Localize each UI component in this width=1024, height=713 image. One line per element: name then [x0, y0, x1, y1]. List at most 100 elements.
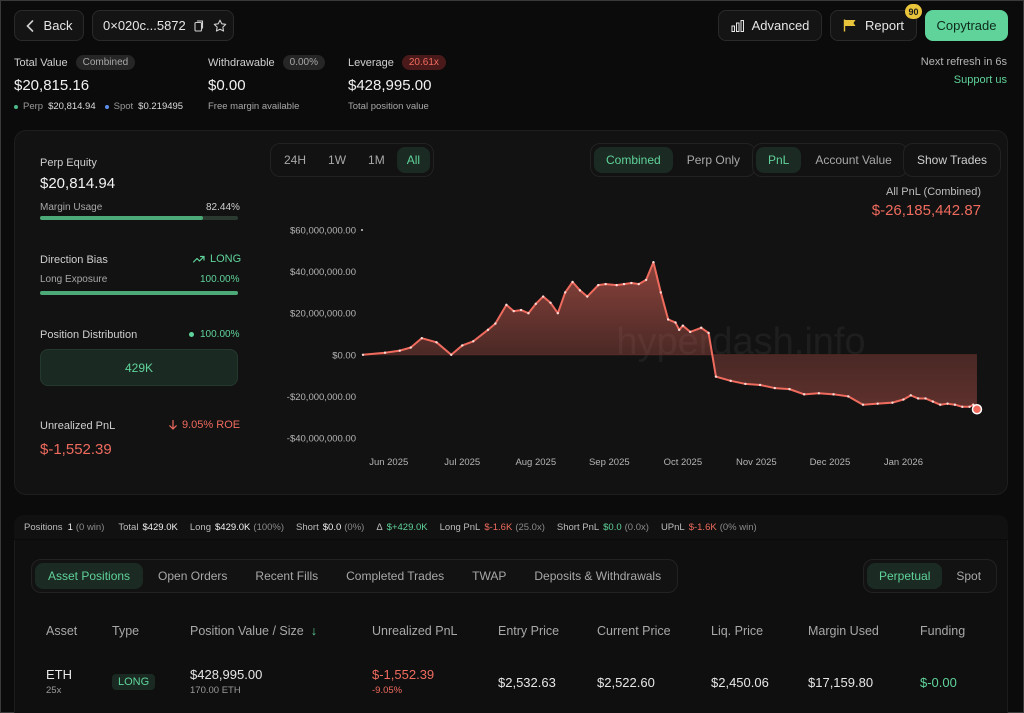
mode-tab-combined[interactable]: Combined — [594, 147, 673, 173]
long-pnl-value: $-1.6K — [484, 521, 513, 533]
long-exposure-label: Long Exposure — [40, 274, 108, 285]
unrealized-pnl-value: $-1,552.39 — [40, 441, 112, 458]
pnl-point — [586, 295, 589, 298]
funding: $-0.00 — [920, 675, 957, 690]
wallet-address: 0×020c...5872 — [103, 18, 186, 33]
pnl-point — [876, 402, 879, 405]
pnl-point — [931, 400, 935, 403]
copytrade-button[interactable]: Copytrade — [925, 10, 1008, 41]
spot-label: Spot — [113, 101, 134, 112]
tab-deposits-withdrawals[interactable]: Deposits & Withdrawals — [521, 563, 674, 589]
pnl-point — [946, 402, 949, 405]
pnl-chart[interactable]: $60,000,000.00 $40,000,000.00 $20,000,000.… — [271, 216, 1001, 476]
pnl-point — [604, 282, 607, 286]
report-button[interactable]: Report — [830, 10, 917, 41]
total-value: $20,815.16 — [14, 77, 90, 94]
column-header-position-value-size[interactable]: Position Value / Size ↓ — [190, 624, 317, 638]
range-tab-24h[interactable]: 24H — [274, 147, 316, 173]
metric-tab-pnl[interactable]: PnL — [756, 147, 802, 173]
address-chip[interactable]: 0×020c...5872 — [92, 10, 234, 41]
pnl-point — [674, 321, 677, 324]
copy-icon[interactable] — [194, 19, 204, 32]
mode-tab-perp-only[interactable]: Perp Only — [675, 147, 752, 173]
pnl-point — [961, 405, 964, 408]
metric-tab-account-value[interactable]: Account Value — [803, 147, 904, 173]
total-label: Total — [118, 521, 139, 533]
column-header-entry-price[interactable]: Entry Price — [498, 624, 559, 638]
position-value: $428,995.00 — [190, 667, 263, 682]
column-header-unrealized-pnl[interactable]: Unrealized PnL — [372, 624, 457, 638]
delta-value: $+429.0K — [386, 521, 428, 533]
margin-usage-label: Margin Usage — [40, 202, 103, 213]
pnl-point — [361, 353, 365, 356]
support-link[interactable]: Support us — [954, 74, 1007, 86]
leverage-pill: 20.61x — [401, 55, 446, 70]
report-label: Report — [864, 18, 905, 33]
pnl-point — [677, 328, 681, 332]
tab-asset-positions[interactable]: Asset Positions — [35, 563, 144, 589]
perp-value: $20,814.94 — [48, 101, 96, 112]
leverage-block: Leverage 20.61x $428,995.00 Total positi… — [348, 55, 446, 112]
advanced-button[interactable]: Advanced — [718, 10, 822, 41]
bar-chart-icon — [731, 19, 745, 32]
y-tick-label: -$40,000,000.00 — [287, 434, 356, 445]
withdrawable-label: Withdrawable — [208, 56, 275, 69]
liquidation-price: $2,450.06 — [711, 675, 769, 690]
upnl-value: $-1.6K — [688, 521, 717, 533]
pnl-point — [578, 289, 582, 292]
withdrawable-block: Withdrawable 0.00% $0.00 Free margin ava… — [208, 55, 325, 112]
pnl-point — [939, 403, 942, 406]
pnl-point — [744, 382, 747, 386]
pnl-point — [615, 283, 618, 287]
x-tick-label: Jun 2025 — [369, 457, 408, 468]
pnl-point — [729, 379, 732, 382]
pnl-point — [549, 301, 552, 304]
range-tab-all[interactable]: All — [396, 147, 431, 173]
green-dot-icon — [189, 332, 194, 337]
pnl-current-point — [971, 404, 983, 415]
pnl-point — [512, 309, 515, 313]
positions-tabs: Asset Positions Open Orders Recent Fills Co… — [31, 559, 679, 593]
back-button[interactable]: Back — [14, 10, 84, 41]
short-pct: (0%) — [344, 521, 365, 533]
pnl-point — [847, 395, 850, 398]
positions-win: (0 win) — [75, 521, 105, 533]
asset-symbol: ETH — [46, 667, 72, 682]
position-distribution-value: 100.00% — [200, 329, 240, 340]
star-icon[interactable] — [213, 19, 227, 33]
spot-value: $0.219495 — [138, 101, 184, 112]
spot-dot-icon — [104, 104, 109, 109]
upnl-win: (0% win) — [719, 521, 757, 533]
column-header-liq-price[interactable]: Liq. Price — [711, 624, 763, 638]
tab-completed-trades[interactable]: Completed Trades — [333, 563, 457, 589]
refresh-countdown: Next refresh in 6s — [920, 56, 1007, 68]
column-header-margin-used[interactable]: Margin Used — [808, 624, 879, 638]
pnl-point — [953, 403, 957, 406]
pnl-point — [571, 280, 574, 284]
show-trades-group: Show Trades — [903, 143, 1002, 177]
column-header-asset[interactable]: Asset — [46, 624, 77, 638]
long-pct: (100%) — [253, 521, 285, 533]
column-header-type[interactable]: Type — [112, 624, 139, 638]
short-pnl-value: $0.0 — [603, 521, 622, 533]
positions-label: Positions — [24, 521, 63, 533]
long-label: Long — [189, 521, 211, 533]
margin-usage-fill — [40, 216, 204, 220]
market-tab-spot[interactable]: Spot — [944, 563, 993, 589]
direction-bias-badge: LONG — [193, 253, 241, 265]
range-tab-1m[interactable]: 1M — [358, 147, 395, 173]
show-trades-button[interactable]: Show Trades — [907, 147, 997, 173]
pnl-point — [637, 282, 640, 286]
range-tab-1w[interactable]: 1W — [318, 147, 356, 173]
tab-recent-fills[interactable]: Recent Fills — [242, 563, 331, 589]
tab-twap[interactable]: TWAP — [459, 563, 519, 589]
market-tab-perpetual[interactable]: Perpetual — [867, 563, 943, 589]
tab-open-orders[interactable]: Open Orders — [145, 563, 240, 589]
margin-usage-value: 82.44% — [206, 202, 240, 213]
pnl-point — [902, 398, 905, 401]
x-tick-label: Jul 2025 — [444, 457, 480, 468]
x-tick-label: Nov 2025 — [736, 457, 777, 468]
column-header-current-price[interactable]: Current Price — [597, 624, 671, 638]
position-distribution-label: Position Distribution — [40, 329, 138, 341]
column-header-funding[interactable]: Funding — [920, 624, 965, 638]
